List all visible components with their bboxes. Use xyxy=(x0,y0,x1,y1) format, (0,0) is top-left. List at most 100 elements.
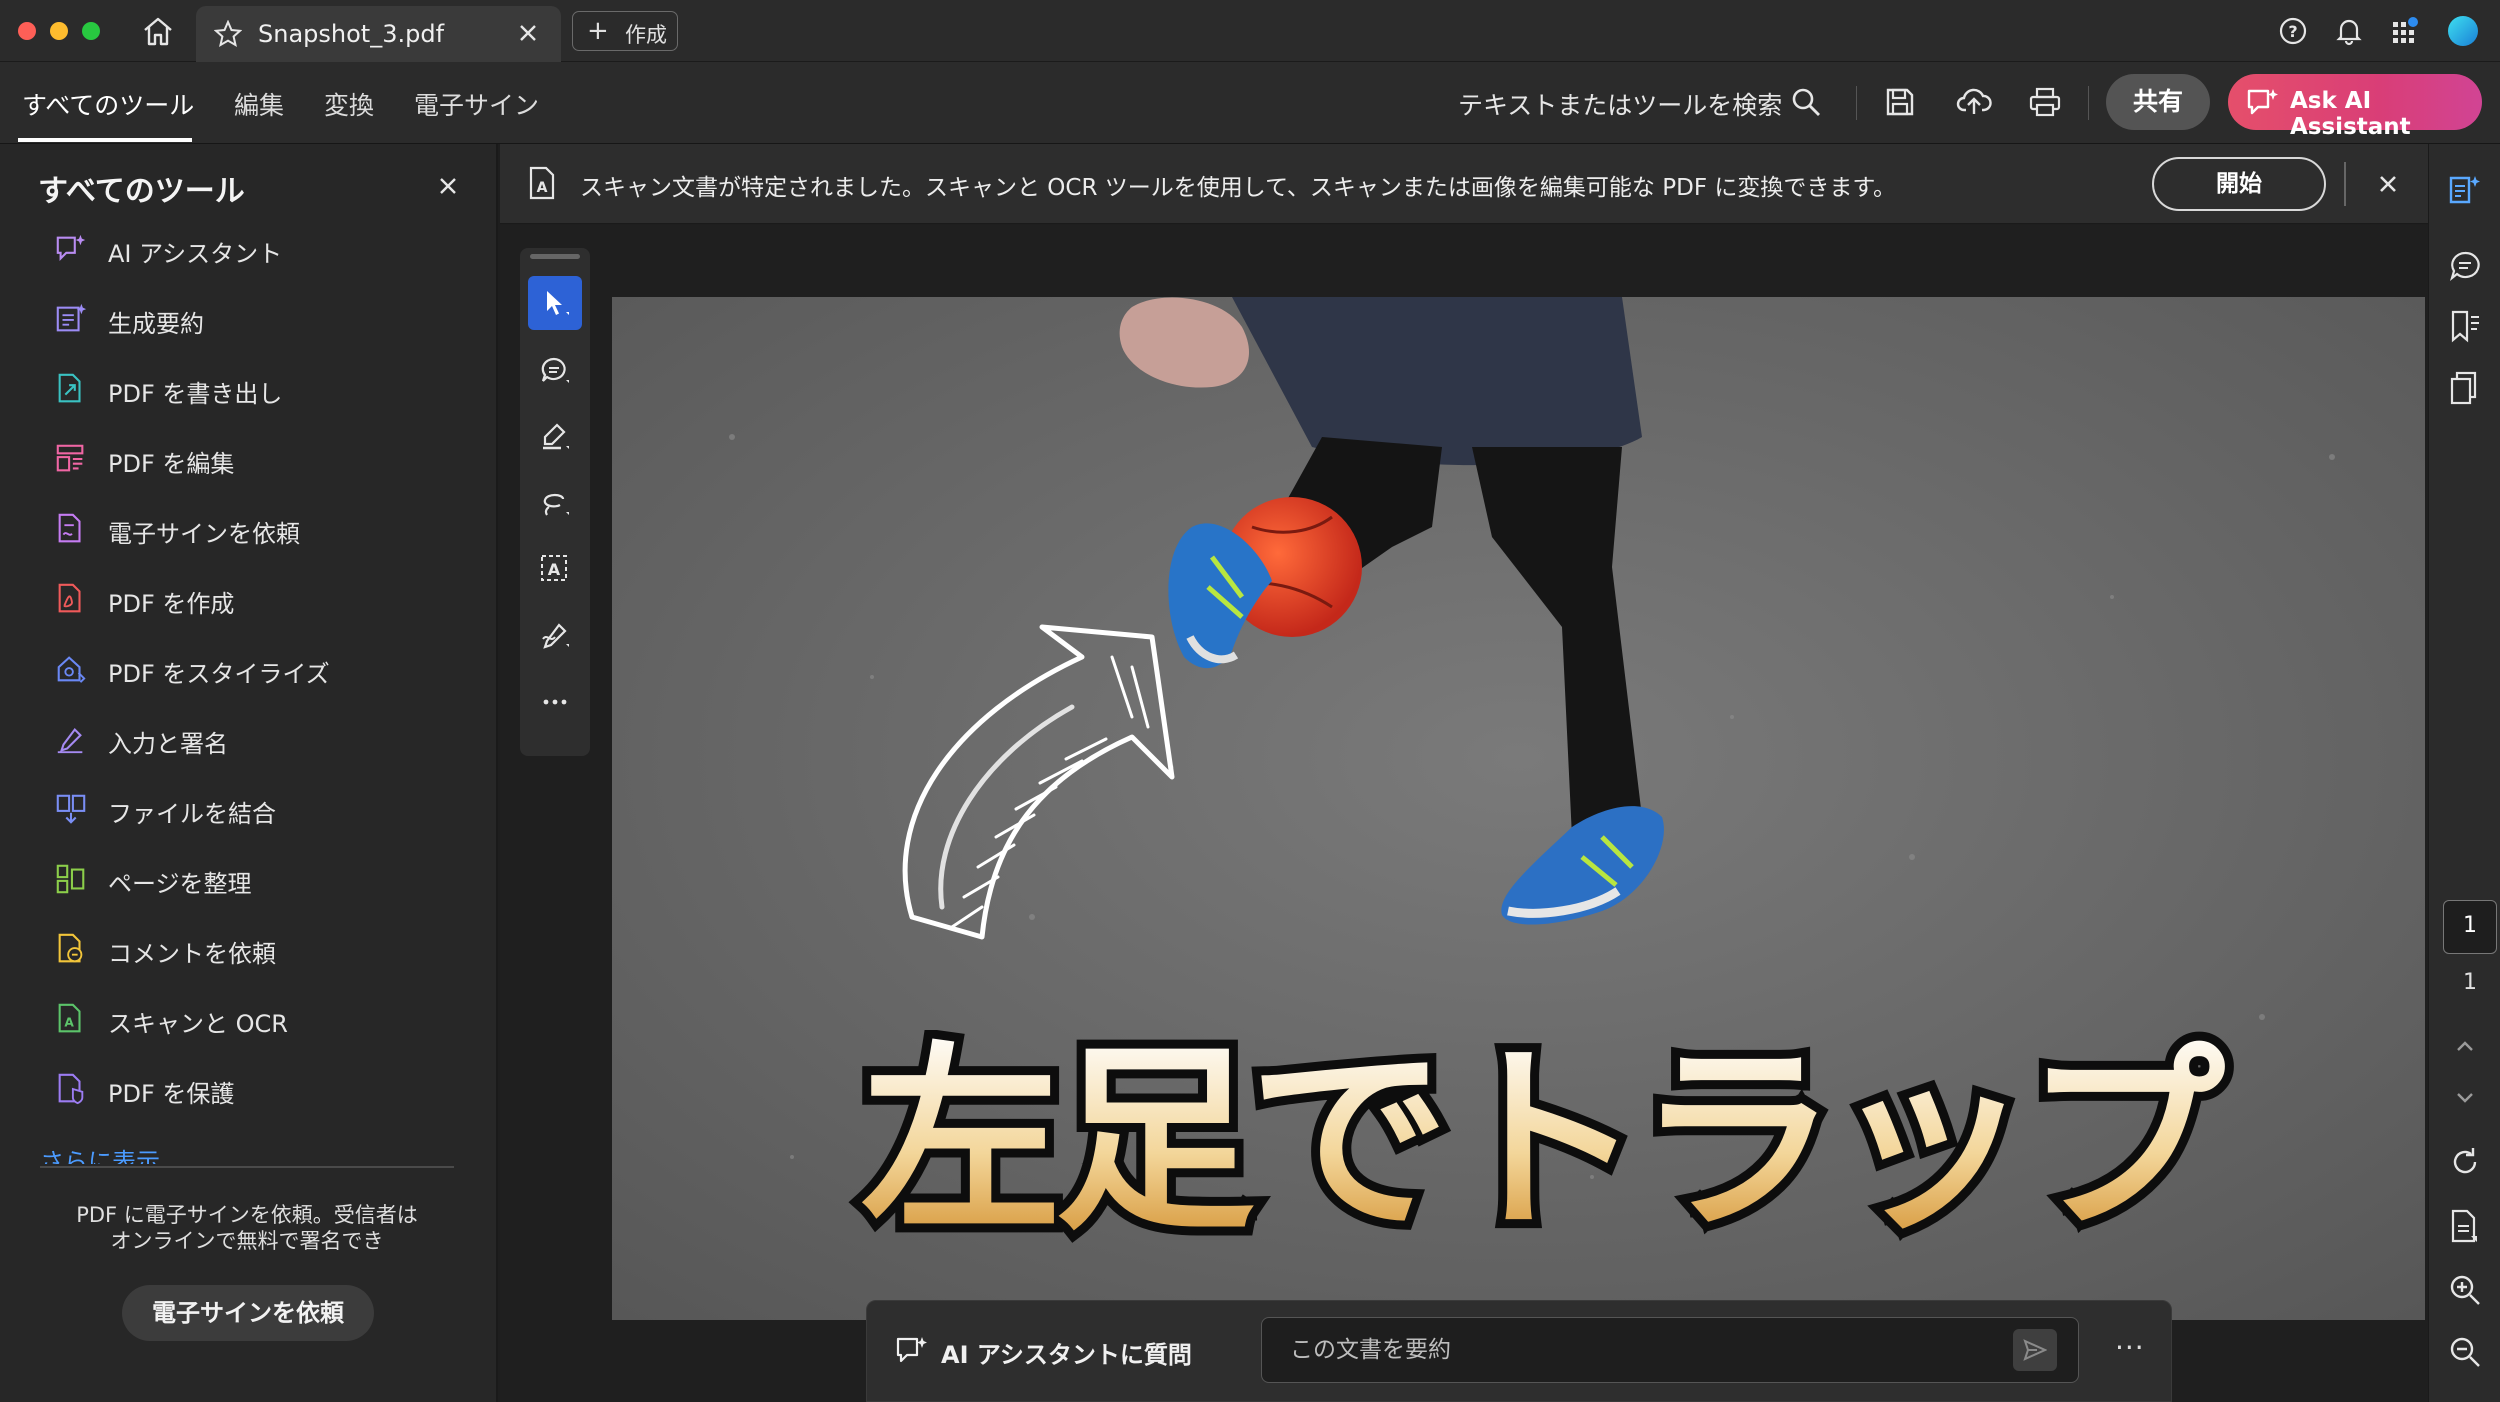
plus-icon: + xyxy=(587,16,609,46)
page-down-icon[interactable] xyxy=(2447,1084,2483,1112)
zoom-out-icon[interactable] xyxy=(2447,1334,2483,1370)
tool-item[interactable]: PDF を編集 xyxy=(50,434,470,484)
ai-bar-more-button[interactable]: ··· xyxy=(2115,1331,2145,1364)
print-icon[interactable] xyxy=(2028,86,2062,118)
ai-assistant-icon xyxy=(2246,87,2280,117)
text-box-icon: A xyxy=(541,555,567,581)
create-button[interactable]: + 作成 xyxy=(572,11,678,51)
draw-tool[interactable] xyxy=(528,476,582,530)
pages-panel-icon[interactable] xyxy=(2447,370,2483,406)
send-button[interactable] xyxy=(2013,1329,2057,1371)
ask-ai-assistant-button[interactable]: Ask AI Assistant xyxy=(2228,74,2482,140)
combine-files-icon xyxy=(54,792,88,826)
highlight-tool[interactable] xyxy=(528,410,582,464)
more-tools-button[interactable] xyxy=(528,674,582,728)
scan-notice-message: スキャン文書が特定されました。スキャンと OCR ツールを使用して、スキャンまた… xyxy=(580,175,1897,201)
tool-item-label: ページを整理 xyxy=(108,870,252,898)
tool-item[interactable]: ファイルを結合 xyxy=(50,784,470,834)
comment-tool[interactable] xyxy=(528,344,582,398)
zoom-in-icon[interactable] xyxy=(2447,1272,2483,1308)
page-info-icon[interactable] xyxy=(2447,1208,2483,1244)
toolbar-divider xyxy=(2088,86,2089,120)
home-icon[interactable] xyxy=(140,14,176,48)
edit-pdf-icon xyxy=(54,442,88,476)
page-up-icon[interactable] xyxy=(2447,1032,2483,1060)
tab-convert[interactable]: 変換 xyxy=(324,86,374,122)
request-esign-button[interactable]: 電子サインを依頼 xyxy=(122,1285,374,1341)
tool-item[interactable]: PDF を書き出し xyxy=(50,364,470,414)
tool-item-label: ファイルを結合 xyxy=(108,800,276,828)
rotate-icon[interactable] xyxy=(2447,1144,2483,1180)
promo-text: PDF に電子サインを依頼。受信者は オンラインで無料で署名でき xyxy=(76,1203,418,1253)
tool-item[interactable]: ページを整理 xyxy=(50,854,470,904)
apps-grid-icon[interactable] xyxy=(2390,16,2420,46)
ai-prompt-input[interactable] xyxy=(1261,1317,2079,1383)
bookmarks-panel-icon[interactable] xyxy=(2447,308,2483,344)
tool-item-label: 入力と署名 xyxy=(108,730,228,758)
scan-ocr-icon: A xyxy=(54,1002,88,1036)
tab-all-tools[interactable]: すべてのツール xyxy=(22,86,194,122)
svg-text:A: A xyxy=(64,1016,74,1030)
tool-item-label: PDF を作成 xyxy=(108,590,235,618)
tool-item-label: AI アシスタント xyxy=(108,240,283,268)
maximize-window-button[interactable] xyxy=(82,22,100,40)
tool-item[interactable]: PDF をスタイライズ xyxy=(50,644,470,694)
title-bar: Snapshot_3.pdf + 作成 ? xyxy=(0,0,2500,62)
tool-item-label: PDF を保護 xyxy=(108,1080,235,1108)
share-button[interactable]: 共有 xyxy=(2106,74,2210,130)
notice-divider xyxy=(2344,162,2346,206)
ask-ai-assistant-label: Ask AI Assistant xyxy=(2290,88,2411,140)
toolbar-divider xyxy=(1856,86,1857,120)
freehand-lasso-icon xyxy=(543,493,569,516)
text-tool[interactable]: A xyxy=(528,542,582,596)
drag-handle[interactable] xyxy=(530,254,580,259)
close-notice-icon[interactable] xyxy=(2378,174,2398,194)
ai-assistant-prompt-bar: AI アシスタントに質問 ··· xyxy=(866,1300,2172,1402)
request-comments-icon xyxy=(54,932,88,966)
select-tool[interactable] xyxy=(528,276,582,330)
ai-chat-icon xyxy=(895,1335,929,1365)
ai-assistant-icon xyxy=(54,232,88,266)
pen-sign-icon xyxy=(542,623,569,649)
close-tab-icon[interactable] xyxy=(517,22,539,44)
scanned-document-icon: A xyxy=(528,166,556,200)
show-more-link[interactable]: さらに表示 xyxy=(40,1146,160,1164)
current-page-field[interactable]: 1 xyxy=(2443,900,2497,954)
organize-pages-icon xyxy=(54,862,88,896)
create-button-label: 作成 xyxy=(625,23,667,47)
tool-item[interactable]: PDF を作成 xyxy=(50,574,470,624)
tool-item-label: 生成要約 xyxy=(108,310,204,338)
comments-panel-icon[interactable] xyxy=(2447,248,2483,284)
tool-item-label: スキャンと OCR xyxy=(108,1010,288,1038)
tool-item[interactable]: A スキャンと OCR xyxy=(50,994,470,1044)
search-label[interactable]: テキストまたはツールを検索 xyxy=(1458,86,1782,122)
right-tool-rail: 1 1 xyxy=(2428,144,2500,1402)
star-icon[interactable] xyxy=(214,20,242,48)
notification-bell-icon[interactable] xyxy=(2334,16,2364,46)
tool-item[interactable]: 生成要約 xyxy=(50,294,470,344)
document-tab[interactable]: Snapshot_3.pdf xyxy=(196,6,561,62)
tool-item[interactable]: PDF を保護 xyxy=(50,1064,470,1114)
tool-item[interactable]: 電子サインを依頼 xyxy=(50,504,470,554)
start-ocr-button[interactable]: 開始 xyxy=(2152,157,2326,211)
tool-item[interactable]: AI アシスタント xyxy=(50,224,470,274)
sign-tool[interactable] xyxy=(528,608,582,662)
svg-text:?: ? xyxy=(2288,22,2297,41)
close-panel-icon[interactable] xyxy=(438,176,458,196)
help-icon[interactable]: ? xyxy=(2278,16,2308,46)
menu-bar: すべてのツール 編集 変換 電子サイン テキストまたはツールを検索 共有 Ask… xyxy=(0,62,2500,144)
search-icon[interactable] xyxy=(1790,86,1822,118)
profile-avatar-icon[interactable] xyxy=(2446,14,2480,48)
close-window-button[interactable] xyxy=(18,22,36,40)
tool-item[interactable]: 入力と署名 xyxy=(50,714,470,764)
ai-document-panel-icon[interactable] xyxy=(2447,172,2483,208)
save-icon[interactable] xyxy=(1884,86,1916,118)
tool-item[interactable]: コメントを依頼 xyxy=(50,924,470,974)
fill-sign-icon xyxy=(54,722,88,756)
tab-esign[interactable]: 電子サイン xyxy=(414,86,539,122)
tab-edit[interactable]: 編集 xyxy=(234,86,284,122)
stylize-pdf-icon xyxy=(54,652,88,686)
more-dots-icon xyxy=(543,699,567,705)
minimize-window-button[interactable] xyxy=(50,22,68,40)
upload-cloud-icon[interactable] xyxy=(1956,84,1992,118)
